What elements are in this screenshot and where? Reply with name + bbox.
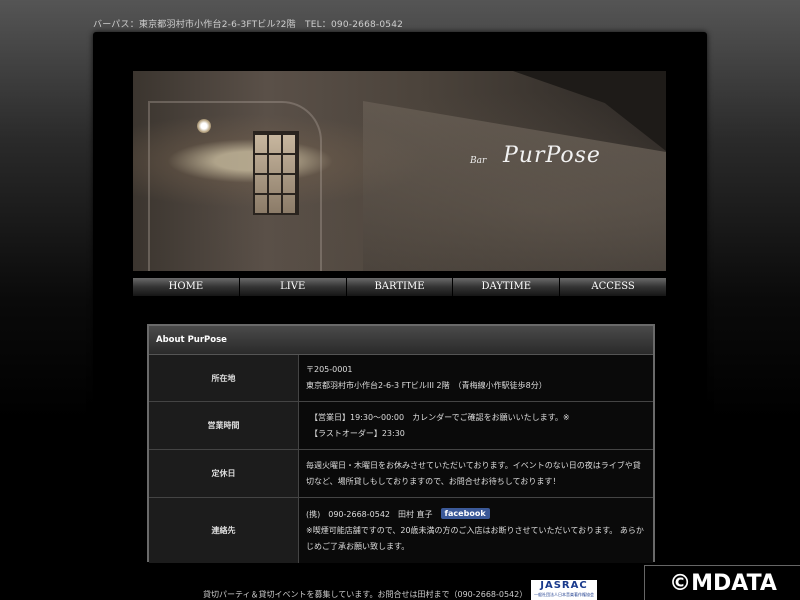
logo-prefix: Bar: [470, 156, 487, 166]
row-value: (携) 090-2668-0542 田村 直子 facebook ※喫煙可能店舗で…: [298, 497, 653, 563]
hours-line: 【営業日】19:30〜00:00 カレンダーでご確認をお願いいたします。※: [306, 412, 570, 422]
jasrac-subtext: 一般社団法人日本音楽著作権協会: [534, 592, 594, 597]
site-logo[interactable]: PurPose: [503, 143, 601, 168]
lamp-icon: [197, 119, 211, 133]
row-label: 営業時間: [149, 401, 299, 450]
nav-access[interactable]: ACCESS: [560, 278, 666, 296]
nav-bartime[interactable]: BARTIME: [346, 278, 454, 296]
watermark: ©MDATA: [644, 565, 800, 600]
address-line: 東京都羽村市小作台2-6-3 FTビルIII 2階 （青梅線小作駅徒歩8分）: [306, 381, 547, 390]
row-label: 所在地: [149, 355, 299, 402]
row-value: 【営業日】19:30〜00:00 カレンダーでご確認をお願いいたします。※ 【ラ…: [298, 401, 653, 450]
nav-live[interactable]: LIVE: [239, 278, 347, 296]
address-postal: 〒205-0001: [306, 365, 353, 374]
info-table: 所在地 〒205-0001 東京都羽村市小作台2-6-3 FTビルIII 2階 …: [149, 355, 653, 563]
nav-daytime[interactable]: DAYTIME: [453, 278, 561, 296]
about-section: About PurPose 所在地 〒205-0001 東京都羽村市小作台2-6…: [147, 324, 655, 563]
last-order-line: 【ラストオーダー】23:30: [306, 428, 405, 438]
footer-note: 貸切パーティ＆貸切イベントを募集しています。お問合せは田村まで（090-2668…: [203, 590, 528, 599]
contact-phone-line: (携) 090-2668-0542 田村 直子 facebook: [306, 507, 646, 523]
closed-line-2: 切など、場所貸しもしておりますので、お問合せお待ちしております！: [306, 476, 561, 486]
table-row: 所在地 〒205-0001 東京都羽村市小作台2-6-3 FTビルIII 2階 …: [149, 355, 653, 402]
jasrac-logo[interactable]: JASRAC 一般社団法人日本音楽著作権協会: [531, 580, 597, 600]
about-title: About PurPose: [149, 326, 653, 355]
row-value: 〒205-0001 東京都羽村市小作台2-6-3 FTビルIII 2階 （青梅線…: [298, 355, 653, 402]
page: バーパス：東京都羽村市小作台2-6-3FTビル?2階 TEL：090-2668-…: [0, 0, 800, 600]
hero-image: Bar PurPose: [133, 71, 666, 271]
smoking-note-1: ※喫煙可能店舗ですので、20歳未満の方のご入店はお断りさせていただいております。…: [306, 525, 644, 535]
nav-home[interactable]: HOME: [133, 278, 240, 296]
table-row: 営業時間 【営業日】19:30〜00:00 カレンダーでご確認をお願いいたします…: [149, 401, 653, 450]
row-value: 毎週火曜日・木曜日をお休みさせていただいております。イベントのない日の夜はライブ…: [298, 449, 653, 498]
contact-phone: (携) 090-2668-0542 田村 直子: [306, 509, 433, 519]
closed-line-1: 毎週火曜日・木曜日をお休みさせていただいております。イベントのない日の夜はライブ…: [306, 460, 641, 470]
table-row: 定休日 毎週火曜日・木曜日をお休みさせていただいております。イベントのない日の夜…: [149, 449, 653, 498]
smoking-note-2: じめご了承お願い致します。: [306, 541, 410, 551]
row-label: 定休日: [149, 449, 299, 498]
hero-window: [253, 131, 299, 215]
hero-wall: [363, 101, 666, 271]
table-row: 連絡先 (携) 090-2668-0542 田村 直子 facebook ※喫煙可…: [149, 497, 653, 563]
main-nav: HOME LIVE BARTIME DAYTIME ACCESS: [133, 278, 666, 296]
row-label: 連絡先: [149, 497, 299, 563]
jasrac-text: JASRAC: [540, 580, 588, 591]
facebook-link[interactable]: facebook: [440, 507, 490, 519]
header-address: バーパス：東京都羽村市小作台2-6-3FTビル?2階 TEL：090-2668-…: [93, 20, 404, 30]
